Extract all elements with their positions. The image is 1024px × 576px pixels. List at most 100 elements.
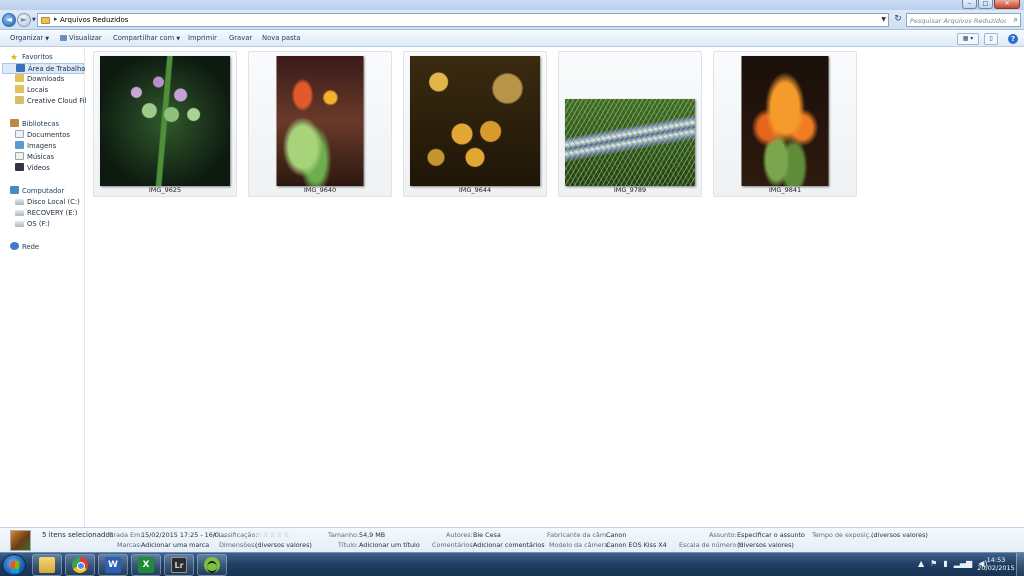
file-tile[interactable]: IMG_9789 (558, 51, 702, 197)
nav-item-drive-f[interactable]: OS (F:) (15, 219, 50, 230)
file-name: IMG_9644 (458, 186, 492, 194)
address-history-dropdown[interactable]: ▼ (881, 16, 886, 23)
file-tile[interactable]: IMG_9644 (403, 51, 547, 197)
music-icon (15, 152, 24, 160)
clock-date: 20/02/2015 (977, 564, 1015, 572)
preview-button[interactable]: Visualizar (60, 34, 102, 42)
nav-item-recent-places[interactable]: Locais (15, 85, 48, 96)
file-name: IMG_9640 (303, 186, 337, 194)
chevron-down-icon: ▼ (176, 36, 181, 42)
address-bar: ◄ ► ▼ ▸ Arquivos Reduzidos ▼ ↻ ⌕ (0, 10, 1024, 30)
breadcrumb-current-folder[interactable]: Arquivos Reduzidos (60, 16, 128, 24)
lightroom-icon: Lr (171, 557, 187, 573)
address-field[interactable]: ▸ Arquivos Reduzidos ▼ (37, 13, 889, 27)
tags-field[interactable]: Adicionar uma marca (141, 541, 209, 549)
libraries-icon (10, 119, 19, 127)
comments-field[interactable]: Adicionar comentários (473, 541, 545, 549)
file-list-area[interactable]: IMG_9625 IMG_9640 IMG_9644 IMG_9789 IMG_… (86, 48, 1024, 527)
detail-label: Escala de número f: (679, 541, 743, 549)
creative-cloud-folder-icon (15, 96, 24, 104)
nav-item-desktop[interactable]: Área de Trabalho (2, 63, 85, 74)
detail-label: Tirada Em: (108, 531, 143, 539)
detail-label: Título: (338, 541, 359, 549)
title-field[interactable]: Adicionar um título (359, 541, 420, 549)
preview-icon (60, 35, 67, 41)
nav-item-downloads[interactable]: Downloads (15, 74, 64, 85)
new-folder-button[interactable]: Nova pasta (262, 34, 300, 42)
burn-button[interactable]: Gravar (229, 34, 252, 42)
close-button[interactable]: ✕ (994, 0, 1020, 9)
view-icon: ▦ ▾ (962, 35, 974, 42)
file-name: IMG_9789 (613, 186, 647, 194)
nav-item-pictures[interactable]: Imagens (15, 141, 56, 152)
network-signal-icon[interactable]: ▂▄▆ (954, 559, 972, 568)
recent-pages-dropdown[interactable]: ▼ (32, 17, 36, 23)
print-button[interactable]: Imprimir (188, 34, 217, 42)
taskbar-word-button[interactable]: W (98, 554, 128, 576)
nav-item-documents[interactable]: Documentos (15, 130, 70, 141)
selection-thumbnail (10, 530, 31, 551)
nav-favorites[interactable]: ★ Favoritos (10, 52, 53, 63)
file-name: IMG_9841 (768, 186, 802, 194)
detail-label: Modelo da câmera: (549, 541, 611, 549)
change-view-button[interactable]: ▦ ▾ (957, 33, 979, 45)
file-tile[interactable]: IMG_9841 (713, 51, 857, 197)
start-button[interactable] (2, 554, 26, 576)
battery-icon[interactable]: ▮ (943, 559, 947, 568)
videos-icon (15, 163, 24, 171)
show-hidden-icons-icon[interactable]: ▲ (918, 559, 924, 568)
subject-field[interactable]: Especificar o assunto (737, 531, 805, 539)
nav-item-music[interactable]: Músicas (15, 152, 54, 163)
breadcrumb-chevron-icon[interactable]: ▸ (54, 15, 58, 23)
camera-model-value[interactable]: Canon EOS Kiss X4 (606, 541, 667, 549)
share-with-button[interactable]: Compartilhar com ▼ (113, 34, 180, 42)
search-box[interactable]: ⌕ (906, 13, 1021, 27)
taskbar-lightroom-button[interactable]: Lr (164, 554, 194, 576)
windows-logo-icon (11, 561, 19, 569)
forward-button[interactable]: ► (17, 13, 31, 27)
camera-maker-value[interactable]: Canon (606, 531, 626, 539)
nav-item-drive-e[interactable]: RECOVERY (E:) (15, 208, 77, 219)
taskbar: W X Lr ▲ ⚑ ▮ ▂▄▆ ◀) 14:53 20/02/2015 (0, 552, 1024, 576)
help-icon[interactable]: ? (1008, 34, 1018, 44)
taskbar-excel-button[interactable]: X (131, 554, 161, 576)
dimensions-value: (diversos valores) (255, 541, 312, 549)
hard-drive-icon (15, 221, 24, 227)
minimize-button[interactable]: – (962, 0, 977, 9)
back-button[interactable]: ◄ (2, 13, 16, 27)
authors-field[interactable]: Bie Cesa (473, 531, 501, 539)
windows-explorer-icon (39, 557, 55, 573)
nav-item-drive-c[interactable]: Disco Local (C:) (15, 197, 80, 208)
file-tile[interactable]: IMG_9640 (248, 51, 392, 197)
exposure-value: (diversos valores) (871, 531, 928, 539)
nav-libraries[interactable]: Bibliotecas (10, 119, 59, 130)
file-tile[interactable]: IMG_9625 (93, 51, 237, 197)
title-bar: – □ ✕ (0, 0, 1024, 10)
detail-label: Classificação: (214, 531, 258, 539)
show-desktop-button[interactable] (1016, 553, 1024, 576)
taskbar-chrome-button[interactable] (65, 554, 95, 576)
refresh-icon[interactable]: ↻ (892, 14, 904, 26)
search-input[interactable] (910, 15, 1006, 26)
clock[interactable]: 14:53 20/02/2015 (976, 556, 1016, 572)
star-icon: ★ (10, 53, 19, 63)
nav-item-videos[interactable]: Vídeos (15, 163, 50, 174)
forward-arrow-icon: ► (20, 15, 28, 24)
fnumber-value: (diversos valores) (737, 541, 794, 549)
detail-label: Marcas: (117, 541, 142, 549)
action-center-flag-icon[interactable]: ⚑ (930, 559, 937, 568)
organize-button[interactable]: Organizar ▼ (10, 34, 49, 42)
detail-label: Assunto: (709, 531, 737, 539)
nav-network[interactable]: Rede (10, 242, 39, 253)
nav-computer[interactable]: Computador (10, 186, 64, 197)
detail-label: Autores: (446, 531, 473, 539)
rating-stars[interactable]: ☆☆☆☆☆ (256, 531, 290, 539)
maximize-button[interactable]: □ (978, 0, 993, 9)
search-icon[interactable]: ⌕ (1014, 15, 1018, 25)
nav-item-creative-cloud[interactable]: Creative Cloud Files (15, 96, 94, 107)
taskbar-explorer-button[interactable] (32, 554, 62, 576)
preview-pane-button[interactable]: ▯ (984, 33, 998, 45)
downloads-icon (15, 74, 24, 82)
taskbar-spotify-button[interactable] (197, 554, 227, 576)
date-taken-value[interactable]: 15/02/2015 17:25 - 16/0... (141, 531, 225, 539)
